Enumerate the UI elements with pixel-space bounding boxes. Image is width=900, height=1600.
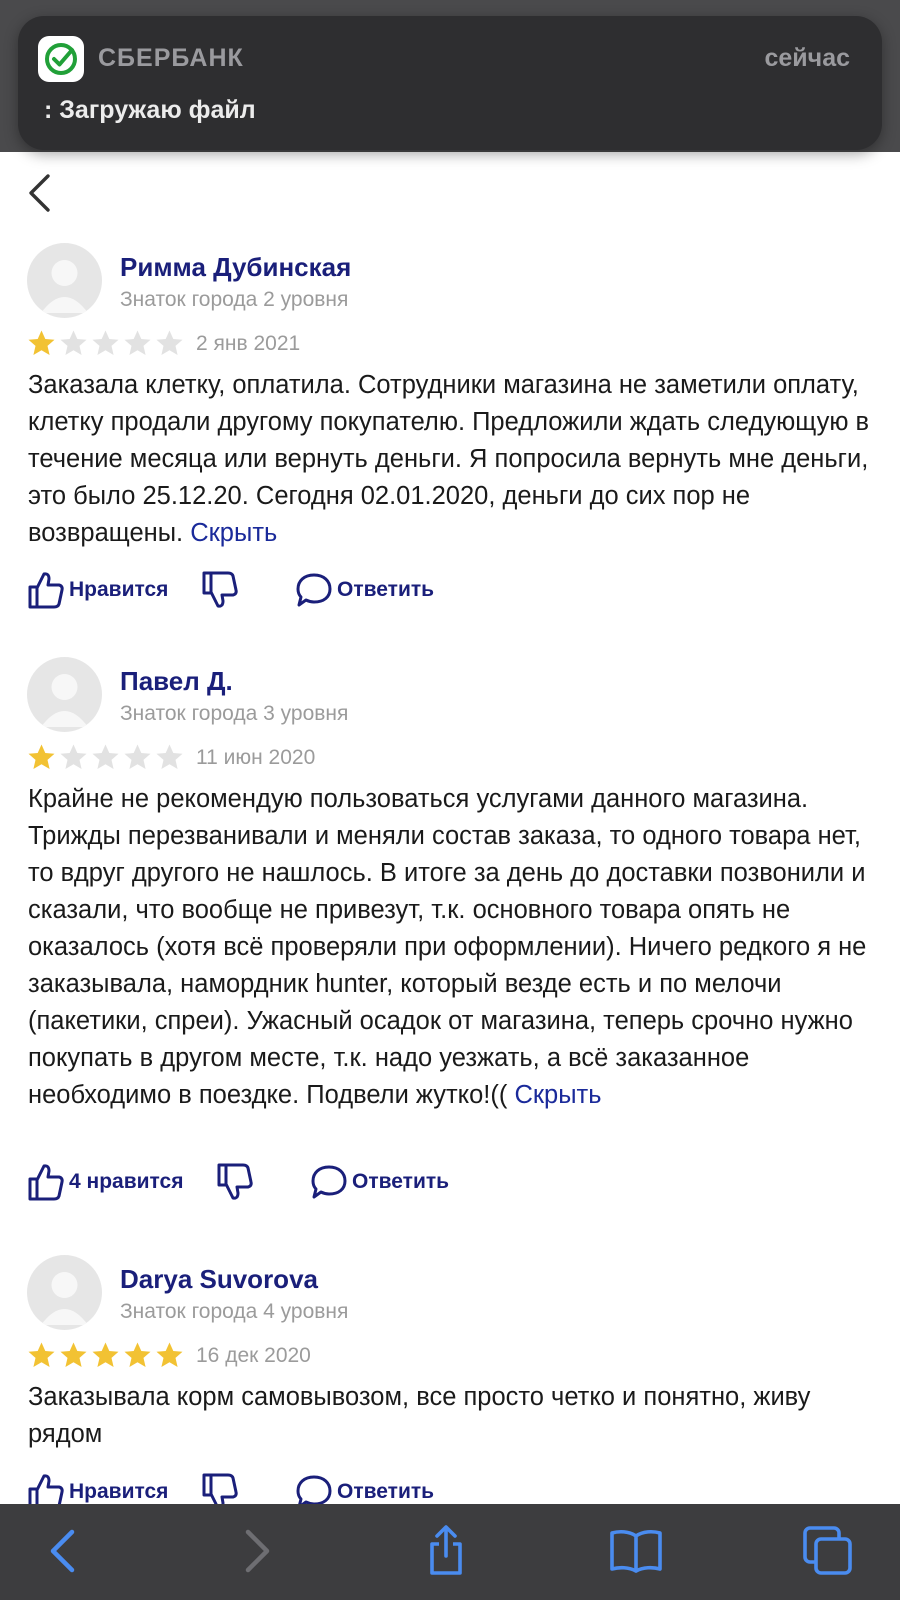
speech-bubble-icon [311, 1165, 347, 1199]
browser-toolbar [0, 1504, 900, 1600]
like-label: Нравится [69, 578, 169, 601]
star-filled-icon [28, 1342, 55, 1367]
thumbs-up-icon [28, 1164, 64, 1201]
push-notification[interactable]: СБЕРБАНК сейчас : Загружаю файл [18, 16, 882, 150]
thumbs-down-icon [202, 571, 238, 608]
like-label: Нравится [69, 1480, 169, 1503]
review-author[interactable]: Darya Suvorova [120, 1264, 318, 1295]
share-icon[interactable] [419, 1524, 473, 1578]
author-badge: Знаток города 3 уровня [120, 702, 349, 725]
review-actions: 4 нравится Ответить [27, 1160, 887, 1204]
star-empty-icon [124, 330, 151, 355]
star-empty-icon [124, 744, 151, 769]
dislike-button[interactable] [216, 1160, 254, 1204]
chevron-left-icon[interactable] [22, 170, 56, 216]
rating-stars [27, 743, 184, 771]
star-empty-icon [60, 744, 87, 769]
thumbs-down-icon [217, 1163, 253, 1200]
notification-app-name: СБЕРБАНК [98, 44, 244, 72]
rating-stars [27, 1341, 184, 1369]
avatar[interactable] [27, 1255, 102, 1330]
reply-label: Ответить [337, 1480, 435, 1503]
star-empty-icon [156, 744, 183, 769]
star-empty-icon [92, 330, 119, 355]
rating-stars [27, 329, 184, 357]
review-text: Заказывала корм самовывозом, все просто … [28, 1379, 878, 1453]
star-filled-icon [28, 744, 55, 769]
review-actions: Нравится Ответить [27, 568, 887, 612]
author-badge: Знаток города 4 уровня [120, 1300, 349, 1323]
speech-bubble-icon [296, 573, 332, 607]
author-badge: Знаток города 2 уровня [120, 288, 349, 311]
star-empty-icon [60, 330, 87, 355]
hide-link[interactable]: Скрыть [514, 1081, 601, 1109]
sberbank-logo-icon [38, 36, 84, 82]
dislike-button[interactable] [201, 568, 239, 612]
like-button[interactable]: Нравится [27, 568, 168, 612]
review-body: Заказывала корм самовывозом, все просто … [28, 1383, 811, 1448]
bookmarks-icon[interactable] [609, 1524, 663, 1578]
review-body: Заказала клетку, оплатила. Сотрудники ма… [28, 371, 870, 547]
review-body: Крайне не рекомендую пользоваться услуга… [28, 785, 867, 1109]
review-text: Крайне не рекомендую пользоваться услуга… [28, 781, 878, 1114]
forward-arrow-icon[interactable] [230, 1524, 284, 1578]
review-date: 11 июн 2020 [196, 746, 316, 769]
review-date: 2 янв 2021 [196, 332, 301, 355]
reply-button[interactable]: Ответить [310, 1160, 449, 1204]
review-author[interactable]: Римма Дубинская [120, 252, 351, 283]
like-label: 4 нравится [69, 1170, 184, 1193]
like-button[interactable]: 4 нравится [27, 1160, 183, 1204]
notification-time: сейчас [764, 44, 851, 72]
review-text: Заказала клетку, оплатила. Сотрудники ма… [28, 367, 878, 552]
star-filled-icon [92, 1342, 119, 1367]
review-date: 16 дек 2020 [196, 1344, 311, 1367]
reply-label: Ответить [352, 1170, 450, 1193]
tabs-icon[interactable] [801, 1524, 855, 1578]
star-empty-icon [92, 744, 119, 769]
star-filled-icon [156, 1342, 183, 1367]
hide-link[interactable]: Скрыть [190, 519, 277, 547]
thumbs-up-icon [28, 572, 64, 609]
star-filled-icon [124, 1342, 151, 1367]
star-filled-icon [28, 330, 55, 355]
reply-label: Ответить [337, 578, 435, 601]
back-arrow-icon[interactable] [36, 1524, 90, 1578]
avatar[interactable] [27, 243, 102, 318]
avatar[interactable] [27, 657, 102, 732]
star-filled-icon [60, 1342, 87, 1367]
reply-button[interactable]: Ответить [295, 568, 434, 612]
notification-message: : Загружаю файл [44, 96, 256, 124]
review-author[interactable]: Павел Д. [120, 666, 233, 697]
star-empty-icon [156, 330, 183, 355]
